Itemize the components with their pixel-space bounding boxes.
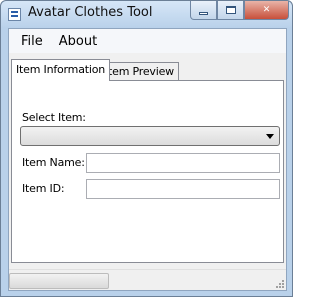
maximize-button[interactable]	[217, 1, 244, 20]
item-name-field[interactable]	[86, 153, 280, 173]
status-bar	[9, 269, 286, 290]
select-item-label: Select Item:	[22, 111, 86, 124]
maximize-icon	[225, 6, 236, 14]
close-button[interactable]: ✕	[244, 1, 289, 20]
item-name-label: Item Name:	[22, 156, 85, 169]
item-information-panel: Select Item: Item Name: Item ID:	[11, 80, 284, 263]
form-icon[interactable]	[8, 8, 21, 21]
select-item-dropdown[interactable]	[20, 126, 280, 146]
minimize-button[interactable]	[190, 1, 217, 20]
menu-file[interactable]: File	[9, 34, 51, 49]
client-area: File About Item Information Item Preview…	[8, 28, 287, 291]
tab-item-information[interactable]: Item Information	[11, 59, 111, 81]
resize-grip-icon[interactable]	[274, 278, 284, 288]
app-window: Avatar Clothes Tool ✕ File About Item In…	[0, 0, 293, 297]
menu-bar: File About	[9, 29, 286, 53]
minimize-icon	[199, 11, 208, 15]
item-id-field[interactable]	[86, 179, 280, 199]
progress-bar	[9, 273, 109, 289]
chevron-down-icon	[266, 134, 274, 139]
tab-item-preview[interactable]: Item Preview	[100, 62, 179, 80]
title-bar[interactable]: Avatar Clothes Tool ✕	[1, 1, 292, 28]
close-icon: ✕	[262, 5, 271, 15]
item-id-label: Item ID:	[22, 182, 65, 195]
menu-about[interactable]: About	[51, 34, 105, 49]
caption-buttons: ✕	[190, 1, 289, 21]
window-title: Avatar Clothes Tool	[28, 5, 153, 20]
